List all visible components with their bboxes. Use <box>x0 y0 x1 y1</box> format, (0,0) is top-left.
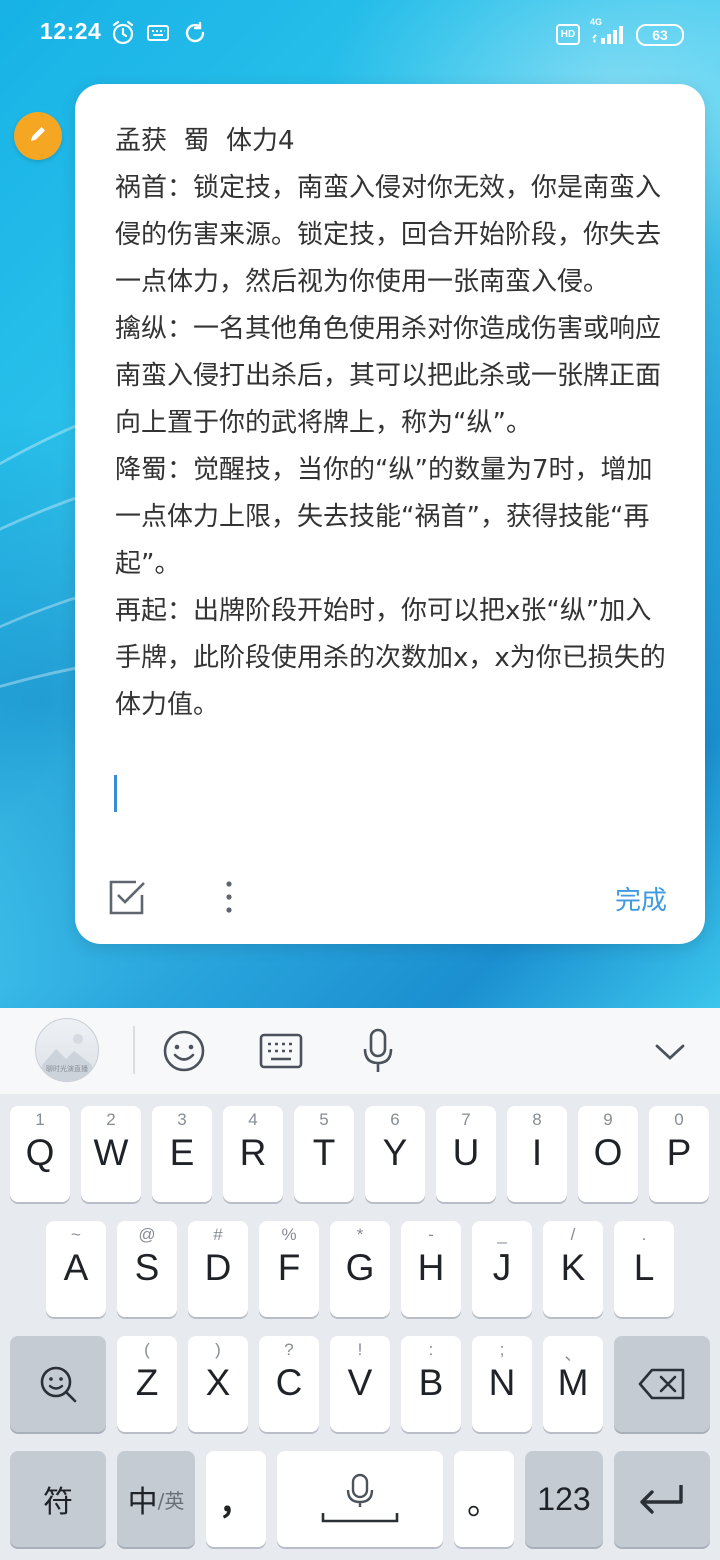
note-paragraph: 降蜀：觉醒技，当你的“纵”的数量为7时，增加一点体力上限，失去技能“祸首”，获得… <box>115 455 653 579</box>
alarm-icon <box>111 20 135 50</box>
key-o[interactable]: 9O <box>578 1106 638 1202</box>
backspace-icon <box>614 1336 710 1432</box>
key-m[interactable]: 、 M <box>543 1336 603 1432</box>
hd-badge: HD <box>556 24 580 45</box>
skin-avatar[interactable]: 聊时光演直播 <box>35 1018 99 1082</box>
space-voice-key[interactable] <box>277 1451 443 1547</box>
handwriting-key[interactable] <box>10 1336 106 1432</box>
note-paragraph: 祸首：锁定技，南蛮入侵对你无效，你是南蛮入侵的伤害来源。锁定技，回合开始阶段，你… <box>115 173 662 297</box>
key-b[interactable]: :B <box>401 1336 461 1432</box>
enter-icon <box>614 1451 710 1547</box>
key-j[interactable]: _ J <box>472 1221 532 1317</box>
key-n[interactable]: ; N <box>472 1336 532 1432</box>
note-card: 孟获 蜀 体力4 祸首：锁定技，南蛮入侵对你无效，你是南蛮入侵的伤害来源。锁定技… <box>75 84 705 944</box>
key-a[interactable]: ~ A <box>46 1221 106 1317</box>
key-d[interactable]: # D <box>188 1221 248 1317</box>
edit-note-button[interactable] <box>14 112 62 160</box>
key-r[interactable]: 4R <box>223 1106 283 1202</box>
microphone-icon[interactable] <box>361 1028 395 1078</box>
note-editor[interactable]: 孟获 蜀 体力4 祸首：锁定技，南蛮入侵对你无效，你是南蛮入侵的伤害来源。锁定技… <box>115 118 675 729</box>
period-key[interactable]: 。 <box>454 1451 514 1547</box>
keyboard-toolbar: 聊时光演直播 <box>0 1008 720 1094</box>
key-k[interactable]: / K <box>543 1221 603 1317</box>
checklist-icon[interactable] <box>108 878 146 920</box>
keyboard-icon[interactable] <box>259 1033 303 1073</box>
emoji-icon[interactable] <box>162 1029 206 1077</box>
note-paragraph: 再起：出牌阶段开始时，你可以把x张“纵”加入手牌，此阶段使用杀的次数加x，x为你… <box>115 596 666 720</box>
key-t[interactable]: 5T <box>294 1106 354 1202</box>
key-u[interactable]: 7U <box>436 1106 496 1202</box>
edit-pencil-icon <box>26 122 50 150</box>
comma-key[interactable]: ， <box>206 1451 266 1547</box>
symbols-key[interactable]: 符 <box>10 1451 106 1547</box>
key-c[interactable]: ? C <box>259 1336 319 1432</box>
key-s[interactable]: @ S <box>117 1221 177 1317</box>
more-vertical-icon[interactable] <box>224 880 234 918</box>
note-paragraph: 擒纵：一名其他角色使用杀对你造成伤害或响应南蛮入侵打出杀后，其可以把此杀或一张牌… <box>115 314 662 438</box>
key-f[interactable]: % F <box>259 1221 319 1317</box>
toolbar-divider <box>133 1026 135 1074</box>
keyboard: 1Q 2W 3E 4R 5T 6Y 7U 8I 9O 0P ~ A @ S # D %… <box>0 1094 720 1560</box>
key-x[interactable]: ) X <box>188 1336 248 1432</box>
text-cursor <box>114 775 117 812</box>
key-i[interactable]: 8I <box>507 1106 567 1202</box>
handwriting-icon <box>10 1336 106 1432</box>
key-v[interactable]: ! V <box>330 1336 390 1432</box>
battery-indicator: 63 <box>636 24 684 46</box>
key-p[interactable]: 0P <box>649 1106 709 1202</box>
avatar-caption: 聊时光演直播 <box>46 1066 88 1073</box>
signal-icon <box>591 26 627 48</box>
key-l[interactable]: .L <box>614 1221 674 1317</box>
language-switch-key[interactable]: 中/英 <box>117 1451 195 1547</box>
status-bar: 12:24 HD 4G 63 <box>0 0 720 68</box>
key-w[interactable]: 2W <box>81 1106 141 1202</box>
status-time: 12:24 <box>40 18 102 44</box>
keyboard-status-icon <box>147 25 169 45</box>
numbers-key[interactable]: 123 <box>525 1451 603 1547</box>
note-title-line: 孟获 蜀 体力4 <box>115 126 295 156</box>
key-y[interactable]: 6Y <box>365 1106 425 1202</box>
sync-icon <box>182 20 208 50</box>
key-h[interactable]: -H <box>401 1221 461 1317</box>
chevron-down-icon[interactable] <box>654 1042 686 1066</box>
key-e[interactable]: 3E <box>152 1106 212 1202</box>
key-z[interactable]: (Z <box>117 1336 177 1432</box>
key-q[interactable]: 1Q <box>10 1106 70 1202</box>
space-mic-icon <box>277 1451 443 1547</box>
done-button[interactable]: 完成 <box>615 880 667 917</box>
enter-key[interactable] <box>614 1451 710 1547</box>
backspace-key[interactable] <box>614 1336 710 1432</box>
key-g[interactable]: * G <box>330 1221 390 1317</box>
